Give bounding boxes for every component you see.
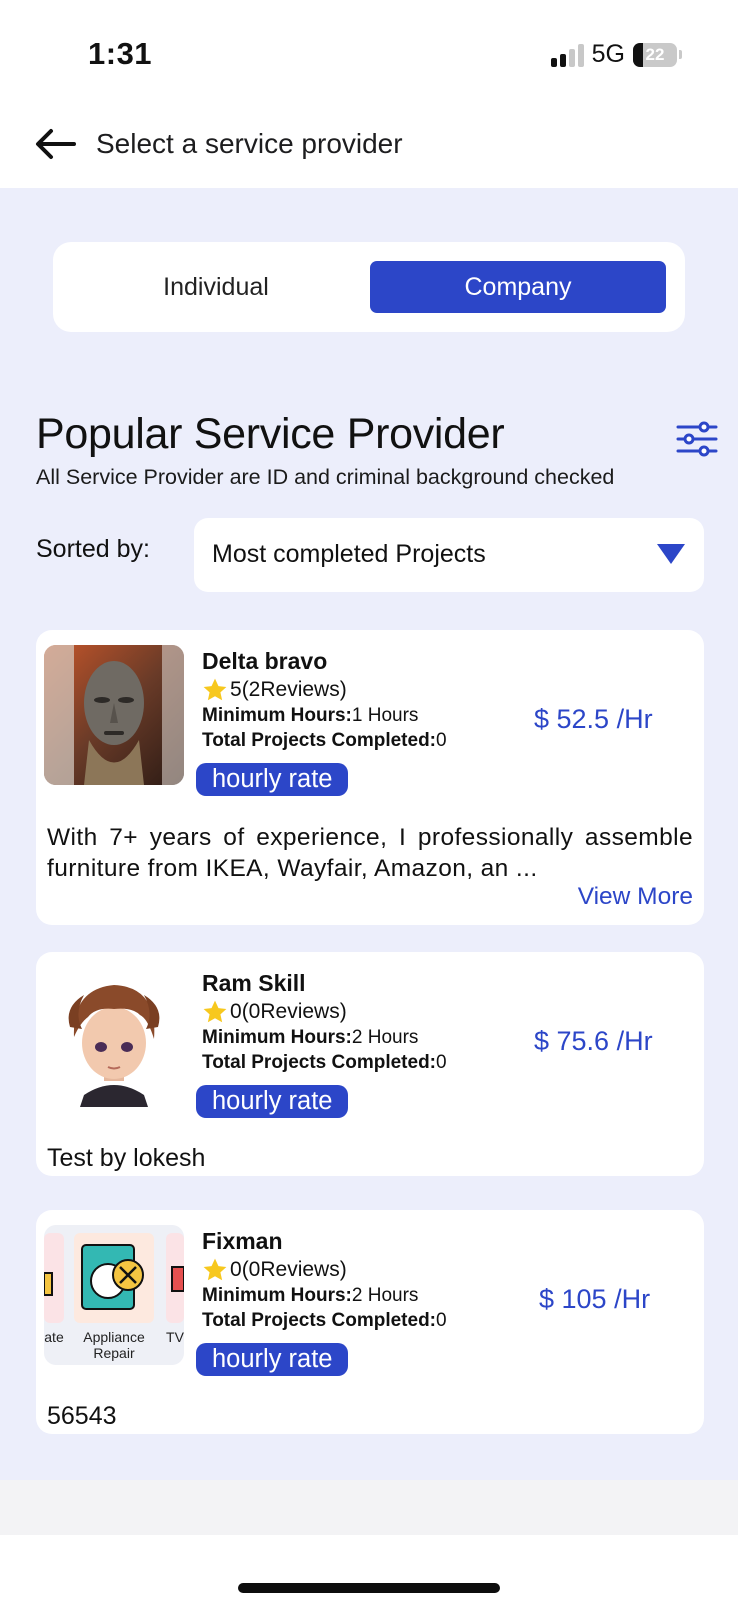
arrow-left-icon (36, 129, 76, 159)
top-app-bar: Select a service provider (0, 110, 738, 188)
provider-name: Delta bravo (202, 648, 328, 674)
minimum-hours-label: Minimum Hours: (202, 1285, 352, 1306)
total-projects-value: 0 (436, 1310, 447, 1331)
provider-rating: 0 (0Reviews) (202, 1256, 347, 1284)
minimum-hours: Minimum Hours:2 Hours (202, 1027, 418, 1049)
provider-card[interactable]: Ram Skill 0 (0Reviews) Minimum Hours:2 Ho… (36, 952, 704, 1176)
provider-card[interactable]: ate Appliance Repair TV Fixman 0 (0Review… (36, 1210, 704, 1434)
star-icon (203, 678, 227, 701)
provider-price: $ 105 /Hr (539, 1284, 651, 1314)
minimum-hours: Minimum Hours:1 Hours (202, 705, 418, 727)
thumb-caption-right: TV (166, 1329, 184, 1345)
total-projects-value: 0 (436, 1052, 447, 1073)
tab-company[interactable]: Company (370, 261, 666, 313)
rate-type-badge: hourly rate (196, 1343, 349, 1376)
thumb-caption-center: Appliance Repair (83, 1329, 145, 1361)
provider-price: $ 75.6 /Hr (534, 1026, 653, 1056)
battery-percent: 22 (645, 44, 665, 64)
sort-value: Most completed Projects (212, 540, 486, 568)
filter-button[interactable] (676, 420, 718, 458)
provider-price: $ 52.5 /Hr (534, 704, 653, 734)
triangle-down-icon (657, 544, 685, 564)
provider-description: With 7+ years of experience, I professio… (47, 824, 693, 882)
review-count: (0Reviews) (241, 1258, 347, 1281)
back-button[interactable] (32, 124, 78, 164)
provider-photo: ate Appliance Repair TV (44, 1225, 184, 1365)
rate-type-badge: hourly rate (196, 763, 349, 796)
battery-icon: 22 (633, 42, 677, 67)
review-count: (2Reviews) (241, 678, 347, 701)
review-count: (0Reviews) (241, 1000, 347, 1023)
star-icon (203, 1258, 227, 1281)
total-projects-value: 0 (436, 730, 447, 751)
provider-rating: 5 (2Reviews) (202, 676, 347, 704)
minimum-hours: Minimum Hours:2 Hours (202, 1285, 418, 1307)
main-content: Individual Company Popular Service Provi… (0, 188, 738, 1480)
sort-dropdown[interactable]: Most completed Projects (194, 518, 704, 592)
minimum-hours-label: Minimum Hours: (202, 1027, 352, 1048)
tab-individual[interactable]: Individual (71, 261, 361, 313)
provider-rating: 0 (0Reviews) (202, 998, 347, 1026)
total-projects-label: Total Projects Completed: (202, 1310, 437, 1331)
network-type: 5G (591, 40, 625, 68)
minimum-hours-value: 2 Hours (351, 1285, 419, 1306)
provider-description: 56543 (47, 1402, 117, 1430)
section-subtitle: All Service Provider are ID and criminal… (36, 465, 615, 489)
rate-type-badge: hourly rate (196, 1085, 349, 1118)
total-projects-label: Total Projects Completed: (202, 730, 437, 751)
sliders-icon (676, 421, 718, 457)
section-title: Popular Service Provider (36, 410, 505, 458)
signal-icon (550, 43, 584, 67)
provider-photo (44, 645, 184, 785)
provider-card[interactable]: Delta bravo 5 (2Reviews) Minimum Hours:1 … (36, 630, 704, 925)
provider-description: Test by lokesh (47, 1144, 206, 1172)
status-indicators: 5G 22 (550, 40, 682, 69)
minimum-hours-label: Minimum Hours: (202, 705, 352, 726)
status-bar: 1:31 5G 22 (0, 0, 738, 110)
total-projects: Total Projects Completed:0 (202, 1052, 447, 1074)
view-more-link[interactable]: View More (578, 883, 693, 911)
rating-value: 0 (230, 1000, 242, 1023)
provider-photo (44, 967, 184, 1107)
minimum-hours-value: 1 Hours (351, 705, 419, 726)
star-icon (203, 1000, 227, 1023)
battery-cap (679, 50, 682, 59)
minimum-hours-value: 2 Hours (351, 1027, 419, 1048)
rating-value: 5 (230, 678, 242, 701)
total-projects: Total Projects Completed:0 (202, 730, 447, 752)
page-title: Select a service provider (96, 128, 403, 159)
provider-name: Ram Skill (202, 970, 306, 996)
sort-label: Sorted by: (36, 535, 150, 563)
home-indicator[interactable] (238, 1583, 500, 1593)
provider-type-toggle: Individual Company (53, 242, 685, 332)
provider-name: Fixman (202, 1228, 283, 1254)
total-projects-label: Total Projects Completed: (202, 1052, 437, 1073)
total-projects: Total Projects Completed:0 (202, 1310, 447, 1332)
thumb-caption-left: ate (44, 1329, 64, 1345)
status-time: 1:31 (88, 36, 153, 71)
rating-value: 0 (230, 1258, 242, 1281)
